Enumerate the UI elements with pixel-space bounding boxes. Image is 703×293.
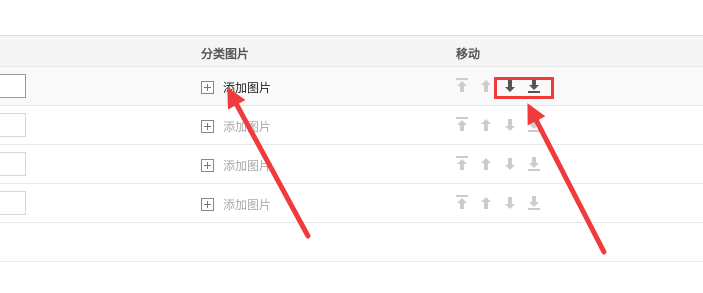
annotation-arrow-move <box>527 103 607 255</box>
annotation-arrows <box>227 87 607 255</box>
annotation-arrow-add-image <box>227 87 311 239</box>
